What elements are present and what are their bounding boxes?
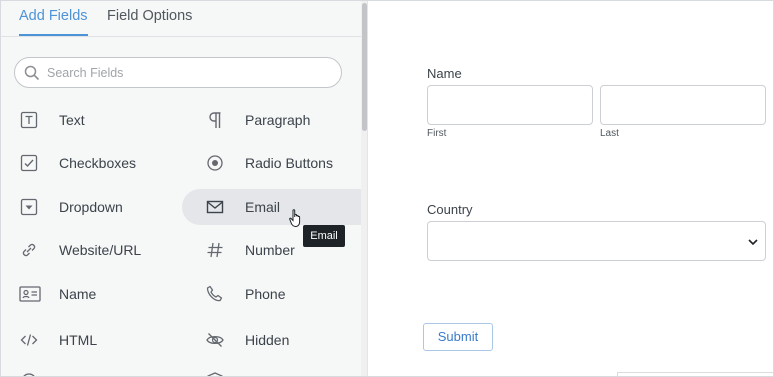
form-builder-window: Add Fields Field Options Text Paragraph [0, 0, 774, 377]
field-item-checkboxes[interactable]: Checkboxes [19, 145, 179, 181]
link-icon [19, 240, 39, 260]
search-input[interactable] [47, 63, 327, 83]
field-item-name[interactable]: Name [19, 276, 179, 312]
field-item-website-url[interactable]: Website/URL [19, 232, 179, 268]
field-item-paragraph[interactable]: Paragraph [205, 102, 361, 138]
field-label: Radio Buttons [245, 155, 333, 171]
last-sublabel: Last [600, 128, 619, 139]
chevron-down-icon [746, 235, 760, 249]
bottom-edge [617, 372, 773, 376]
scrollbar-thumb[interactable] [362, 3, 367, 131]
phone-icon [205, 284, 225, 304]
field-item-text[interactable]: Text [19, 102, 179, 138]
text-icon [19, 110, 39, 130]
checkbox-icon [19, 153, 39, 173]
partial-icon [205, 371, 225, 376]
field-label: Phone [245, 286, 286, 302]
field-item-dropdown[interactable]: Dropdown [19, 189, 179, 225]
dropdown-icon [19, 197, 39, 217]
search-icon [24, 65, 40, 81]
paragraph-icon [205, 110, 225, 130]
field-item-radio-buttons[interactable]: Radio Buttons [205, 145, 361, 181]
field-label: HTML [59, 332, 98, 348]
field-label: Paragraph [245, 112, 311, 128]
tooltip: Email [303, 225, 345, 247]
submit-button[interactable]: Submit [423, 323, 493, 351]
last-name-input[interactable] [600, 85, 766, 125]
hash-icon [205, 240, 225, 260]
country-select[interactable] [427, 221, 766, 261]
field-panel: Add Fields Field Options Text Paragraph [1, 1, 368, 376]
field-label: Number [245, 242, 295, 258]
first-name-input[interactable] [427, 85, 593, 125]
field-item-phone[interactable]: Phone [205, 276, 361, 312]
field-item-hidden[interactable]: Hidden [205, 322, 361, 358]
tab-field-options[interactable]: Field Options [107, 8, 192, 36]
form-preview: Name First Last Country Submit [369, 1, 773, 376]
field-item-email[interactable]: Email [182, 189, 361, 225]
field-label: Website/URL [59, 242, 142, 258]
field-label: Dropdown [59, 199, 123, 215]
first-sublabel: First [427, 128, 447, 139]
eye-slash-icon [205, 330, 225, 350]
field-label: Name [59, 286, 97, 302]
hand-cursor-icon [289, 208, 303, 228]
partial-icon [19, 371, 39, 376]
field-label: Checkboxes [59, 155, 137, 171]
email-icon [205, 197, 225, 217]
code-icon [19, 330, 39, 350]
name-field-label: Name [427, 66, 462, 81]
panel-tabs: Add Fields Field Options [1, 1, 361, 37]
country-field-label: Country [427, 202, 473, 217]
field-label: Hidden [245, 332, 290, 348]
radio-icon [205, 153, 225, 173]
field-item-html[interactable]: HTML [19, 322, 179, 358]
field-label: Text [59, 112, 85, 128]
search-box [14, 57, 342, 88]
tab-add-fields[interactable]: Add Fields [19, 8, 88, 36]
name-card-icon [19, 284, 41, 304]
field-label: Email [245, 199, 281, 215]
